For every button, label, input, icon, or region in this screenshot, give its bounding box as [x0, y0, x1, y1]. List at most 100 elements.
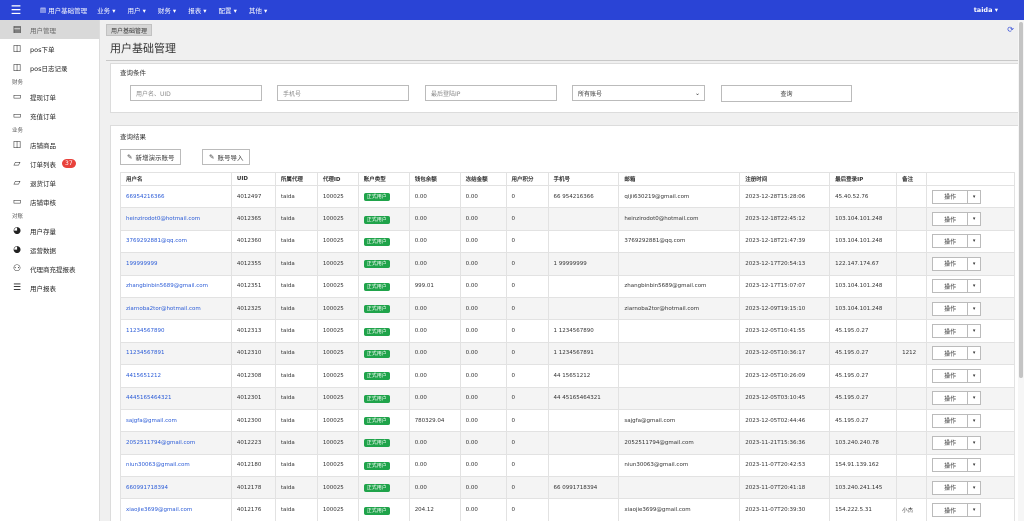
username-link[interactable]: 11234567891: [120, 341, 232, 366]
sidebar-item[interactable]: ▱ 订单列表 37: [0, 154, 99, 173]
caret-down-icon[interactable]: ▾: [968, 324, 982, 339]
actions-group: 操作 ▾: [932, 212, 1009, 227]
sidebar-item[interactable]: ◕ 用户存量: [0, 221, 99, 240]
caret-down-icon[interactable]: ▾: [968, 458, 982, 473]
table-cell: 45.195.0.27: [829, 341, 898, 366]
caret-down-icon[interactable]: ▾: [968, 346, 982, 361]
action-button[interactable]: 操作: [932, 189, 969, 204]
caret-down-icon[interactable]: ▾: [968, 256, 982, 271]
import-account-button[interactable]: ✎ 账号导入: [202, 149, 251, 165]
caret-down-icon[interactable]: ▾: [968, 391, 982, 406]
username-link[interactable]: 4415651212: [120, 364, 232, 388]
action-button[interactable]: 操作: [932, 480, 969, 495]
refresh-icon[interactable]: ⟳: [1007, 25, 1014, 34]
phone-input[interactable]: 手机号: [277, 85, 409, 101]
action-button[interactable]: 操作: [932, 503, 969, 518]
sidebar-item[interactable]: ⚇ 代理商充提报表: [0, 259, 99, 278]
username-link[interactable]: niun30063@gmail.com: [120, 453, 232, 478]
table-cell: taida: [274, 207, 318, 231]
table-cell: taida: [274, 319, 318, 343]
caret-down-icon[interactable]: ▾: [968, 212, 982, 227]
last-login-ip-input[interactable]: 最后登陆IP: [425, 85, 557, 101]
action-button[interactable]: 操作: [932, 413, 969, 428]
table-cell: 4012355: [230, 252, 276, 276]
top-menu-item[interactable]: 其他 ▾: [249, 5, 267, 15]
caret-down-icon[interactable]: ▾: [968, 413, 982, 428]
action-button[interactable]: 操作: [932, 346, 969, 361]
sidebar-item[interactable]: ◫ pos日志记录: [0, 58, 99, 77]
caret-down-icon[interactable]: ▾: [968, 279, 982, 294]
action-button[interactable]: 操作: [932, 458, 969, 473]
hamburger-icon[interactable]: ☰: [0, 0, 32, 20]
caret-down-icon[interactable]: ▾: [968, 503, 982, 518]
username-link[interactable]: xiaojie3699@gmail.com: [120, 498, 232, 521]
username-link[interactable]: 3769292881@qq.com: [120, 229, 232, 254]
action-button[interactable]: 操作: [932, 234, 969, 249]
table-cell: 小杰: [896, 498, 928, 521]
action-button[interactable]: 操作: [932, 301, 969, 316]
action-button[interactable]: 操作: [932, 435, 969, 450]
sidebar-item[interactable]: ▱ 退货订单: [0, 173, 99, 192]
account-type-select[interactable]: 所有账号 ⌄: [572, 85, 705, 101]
caret-down-icon[interactable]: ▾: [968, 301, 982, 316]
user-search-input[interactable]: 用户名、UID: [130, 85, 262, 101]
table-cell: 66 954216366: [547, 184, 620, 209]
action-button[interactable]: 操作: [932, 256, 969, 271]
table-row: 4415651212 4012308 taida 100025 正式用户 0.00 0.00…: [120, 364, 1015, 388]
caret-down-icon[interactable]: ▾: [968, 189, 982, 204]
username-link[interactable]: 66954216366: [120, 184, 232, 209]
user-menu[interactable]: taida ▾: [974, 6, 998, 14]
username-link[interactable]: 660991718394: [120, 476, 232, 500]
username-link[interactable]: 2052511794@gmail.com: [120, 431, 232, 455]
query-panel: 查询条件 用户名、UID 手机号 最后登陆IP 所有账号 ⌄ 查询: [110, 63, 1023, 113]
top-menu-item[interactable]: 业务 ▾: [97, 5, 115, 15]
caret-down-icon[interactable]: ▾: [968, 480, 982, 495]
sidebar-item-label: 用户管理: [30, 26, 56, 35]
username-link[interactable]: 4445165464321: [120, 386, 232, 410]
username-link[interactable]: 199999999: [120, 252, 232, 276]
actions-group: 操作 ▾: [932, 503, 1009, 518]
action-button[interactable]: 操作: [932, 324, 969, 339]
tab-user-basic[interactable]: 用户基础管理: [106, 24, 153, 36]
account-type-badge: 正式用户: [363, 305, 390, 314]
table-cell: 2023-12-05T10:26:09: [739, 364, 831, 388]
brand-link[interactable]: ▤ 用户基础管理: [40, 5, 87, 15]
action-button[interactable]: 操作: [932, 368, 969, 383]
scrollbar-thumb[interactable]: [1019, 22, 1023, 378]
table-cell: 正式用户: [357, 431, 410, 455]
action-button[interactable]: 操作: [932, 212, 969, 227]
username-link[interactable]: 11234567890: [120, 319, 232, 343]
table-row: heinzirodot0@hotmail.com 4012365 taida 1000…: [120, 207, 1015, 231]
username-link[interactable]: ziarnoba2tor@hotmail.com: [120, 296, 232, 321]
action-button[interactable]: 操作: [932, 391, 969, 406]
sidebar-item[interactable]: ▭ 充值订单: [0, 106, 99, 125]
top-menu-item[interactable]: 用户 ▾: [128, 5, 146, 15]
add-demo-account-button[interactable]: ✎ 新增演示账号: [120, 149, 182, 165]
query-button[interactable]: 查询: [721, 85, 852, 102]
username-link[interactable]: sajgfa@gmail.com: [120, 408, 232, 433]
table-cell: 100025: [316, 296, 359, 321]
sidebar-item[interactable]: ▤ 用户管理: [0, 20, 99, 39]
sidebar-item[interactable]: ◫ 店铺商品: [0, 135, 99, 154]
sidebar-item[interactable]: ◕ 运营数据: [0, 240, 99, 259]
sidebar-item[interactable]: ◫ pos下单: [0, 39, 99, 58]
sidebar-item[interactable]: ▭ 店铺审核: [0, 192, 99, 211]
table-cell: taida: [274, 476, 318, 500]
top-menu-item[interactable]: 配置 ▾: [219, 5, 237, 15]
username-link[interactable]: heinzirodot0@hotmail.com: [120, 207, 232, 231]
table-cell: 2052511794@gmail.com: [618, 431, 741, 455]
top-menu-item[interactable]: 财务 ▾: [158, 5, 176, 15]
column-header: 冻结金额: [459, 172, 507, 186]
sidebar-item[interactable]: ▭ 提现订单: [0, 87, 99, 106]
username-link[interactable]: zhangbinbin5689@gmail.com: [120, 274, 232, 298]
table-cell: 0: [505, 364, 549, 388]
caret-down-icon[interactable]: ▾: [968, 234, 982, 249]
table-cell: 正式用户: [357, 498, 410, 521]
action-button[interactable]: 操作: [932, 279, 969, 294]
top-menu-item[interactable]: 报表 ▾: [188, 5, 206, 15]
table-cell: 0: [505, 408, 549, 433]
sidebar-item[interactable]: ☰ 用户报表: [0, 278, 99, 297]
caret-down-icon[interactable]: ▾: [968, 435, 982, 450]
column-header: UID: [230, 172, 276, 186]
caret-down-icon[interactable]: ▾: [968, 368, 982, 383]
